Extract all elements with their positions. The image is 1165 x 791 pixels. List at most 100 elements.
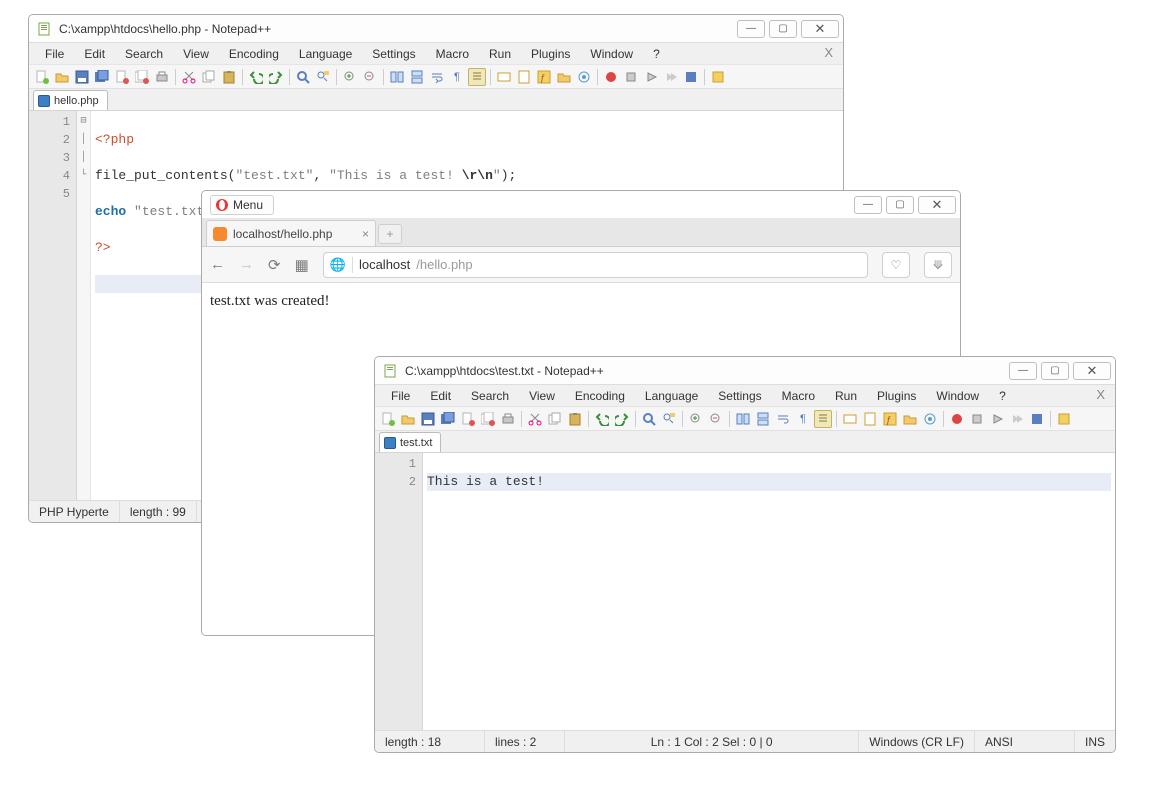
paste-icon[interactable] [220, 68, 238, 86]
func-list-icon[interactable]: ƒ [535, 68, 553, 86]
macro-stop-icon[interactable] [968, 410, 986, 428]
zoom-out-icon[interactable] [361, 68, 379, 86]
save-icon[interactable] [73, 68, 91, 86]
folder-panel-icon[interactable] [555, 68, 573, 86]
forward-button[interactable]: → [239, 256, 254, 273]
file-tab-test[interactable]: test.txt [379, 432, 441, 452]
opera-titlebar[interactable]: Menu — ▢ ✕ [202, 191, 960, 219]
close-button[interactable]: ✕ [1073, 362, 1111, 380]
maximize-button[interactable]: ▢ [769, 20, 797, 38]
macro-record-icon[interactable] [948, 410, 966, 428]
indent-guide-icon[interactable] [468, 68, 486, 86]
menubar-close-icon[interactable]: X [1096, 387, 1105, 402]
back-button[interactable]: ← [210, 256, 225, 273]
menu-language[interactable]: Language [635, 387, 708, 405]
toolbar-extra-icon[interactable] [1055, 410, 1073, 428]
speed-dial-button[interactable]: ▦ [295, 256, 309, 274]
new-file-icon[interactable] [33, 68, 51, 86]
open-file-icon[interactable] [399, 410, 417, 428]
zoom-in-icon[interactable] [341, 68, 359, 86]
wrap-icon[interactable] [774, 410, 792, 428]
menu-settings[interactable]: Settings [708, 387, 771, 405]
undo-icon[interactable] [593, 410, 611, 428]
monitor-icon[interactable] [575, 68, 593, 86]
monitor-icon[interactable] [921, 410, 939, 428]
reload-button[interactable]: ⟳ [268, 256, 281, 274]
folder-panel-icon[interactable] [901, 410, 919, 428]
close-all-icon[interactable] [133, 68, 151, 86]
menu-help[interactable]: ? [989, 387, 1016, 405]
sync-h-icon[interactable] [754, 410, 772, 428]
sync-v-icon[interactable] [734, 410, 752, 428]
menu-edit[interactable]: Edit [420, 387, 461, 405]
menu-encoding[interactable]: Encoding [219, 45, 289, 63]
browser-tab[interactable]: localhost/hello.php × [206, 220, 376, 246]
menu-file[interactable]: File [381, 387, 420, 405]
close-button[interactable]: ✕ [801, 20, 839, 38]
menu-run[interactable]: Run [479, 45, 521, 63]
minimize-button[interactable]: — [1009, 362, 1037, 380]
zoom-out-icon[interactable] [707, 410, 725, 428]
url-bar[interactable]: 🌐 localhost/hello.php [323, 252, 868, 278]
print-icon[interactable] [153, 68, 171, 86]
macro-stop-icon[interactable] [622, 68, 640, 86]
lang-user-icon[interactable] [495, 68, 513, 86]
menu-encoding[interactable]: Encoding [565, 387, 635, 405]
menu-window[interactable]: Window [580, 45, 643, 63]
copy-icon[interactable] [546, 410, 564, 428]
menu-macro[interactable]: Macro [772, 387, 825, 405]
menu-plugins[interactable]: Plugins [521, 45, 580, 63]
find-icon[interactable] [640, 410, 658, 428]
close-file-icon[interactable] [459, 410, 477, 428]
code-area[interactable]: This is a test! [423, 453, 1115, 730]
tab-close-icon[interactable]: × [362, 227, 369, 241]
maximize-button[interactable]: ▢ [1041, 362, 1069, 380]
redo-icon[interactable] [613, 410, 631, 428]
macro-play-multi-icon[interactable] [1008, 410, 1026, 428]
func-list-icon[interactable]: ƒ [881, 410, 899, 428]
save-all-icon[interactable] [93, 68, 111, 86]
notepad2-titlebar[interactable]: C:\xampp\htdocs\test.txt - Notepad++ — ▢… [375, 357, 1115, 385]
menu-file[interactable]: File [35, 45, 74, 63]
find-icon[interactable] [294, 68, 312, 86]
menu-run[interactable]: Run [825, 387, 867, 405]
doc-map-icon[interactable] [515, 68, 533, 86]
close-button[interactable]: ✕ [918, 196, 956, 214]
downloads-button[interactable]: ⟱ [924, 252, 952, 278]
undo-icon[interactable] [247, 68, 265, 86]
zoom-in-icon[interactable] [687, 410, 705, 428]
bookmark-heart-button[interactable]: ♡ [882, 252, 910, 278]
minimize-button[interactable]: — [854, 196, 882, 214]
file-tab-hello[interactable]: hello.php [33, 90, 108, 110]
cut-icon[interactable] [180, 68, 198, 86]
fold-column[interactable]: ⊟ ││└ [77, 111, 91, 500]
wrap-icon[interactable] [428, 68, 446, 86]
macro-play-icon[interactable] [988, 410, 1006, 428]
menubar-close-icon[interactable]: X [824, 45, 833, 60]
macro-record-icon[interactable] [602, 68, 620, 86]
indent-guide-icon[interactable] [814, 410, 832, 428]
menu-view[interactable]: View [173, 45, 219, 63]
sync-v-icon[interactable] [388, 68, 406, 86]
save-all-icon[interactable] [439, 410, 457, 428]
macro-play-icon[interactable] [642, 68, 660, 86]
opera-menu-button[interactable]: Menu [210, 195, 274, 215]
copy-icon[interactable] [200, 68, 218, 86]
notepad1-titlebar[interactable]: C:\xampp\htdocs\hello.php - Notepad++ — … [29, 15, 843, 43]
close-all-icon[interactable] [479, 410, 497, 428]
toolbar-extra-icon[interactable] [709, 68, 727, 86]
new-file-icon[interactable] [379, 410, 397, 428]
menu-view[interactable]: View [519, 387, 565, 405]
macro-save-icon[interactable] [1028, 410, 1046, 428]
new-tab-button[interactable]: + [378, 224, 402, 244]
menu-language[interactable]: Language [289, 45, 362, 63]
menu-help[interactable]: ? [643, 45, 670, 63]
menu-settings[interactable]: Settings [362, 45, 425, 63]
open-file-icon[interactable] [53, 68, 71, 86]
menu-edit[interactable]: Edit [74, 45, 115, 63]
macro-save-icon[interactable] [682, 68, 700, 86]
show-all-chars-icon[interactable]: ¶ [448, 68, 466, 86]
print-icon[interactable] [499, 410, 517, 428]
sync-h-icon[interactable] [408, 68, 426, 86]
cut-icon[interactable] [526, 410, 544, 428]
